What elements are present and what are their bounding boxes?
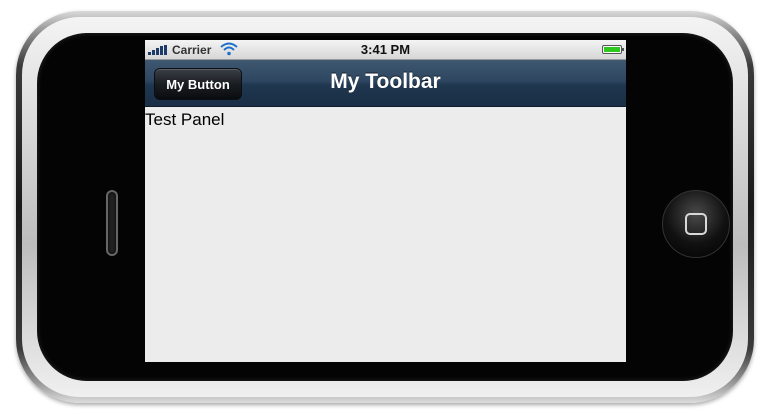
battery-level-fill [604,47,620,52]
battery-icon [602,45,624,54]
test-panel: Test Panel [145,107,626,362]
home-square-icon [685,213,707,235]
home-button[interactable] [662,190,730,258]
toolbar: My Button My Toolbar [145,60,626,107]
device-screen: Carrier 3:41 PM My Button My Toolbar Tes… [145,40,626,362]
battery-tip [622,48,624,51]
panel-text: Test Panel [145,110,225,129]
toolbar-title: My Toolbar [330,70,441,93]
status-time: 3:41 PM [360,42,411,57]
speaker-grille [106,190,118,256]
status-bar: Carrier 3:41 PM [145,40,626,60]
